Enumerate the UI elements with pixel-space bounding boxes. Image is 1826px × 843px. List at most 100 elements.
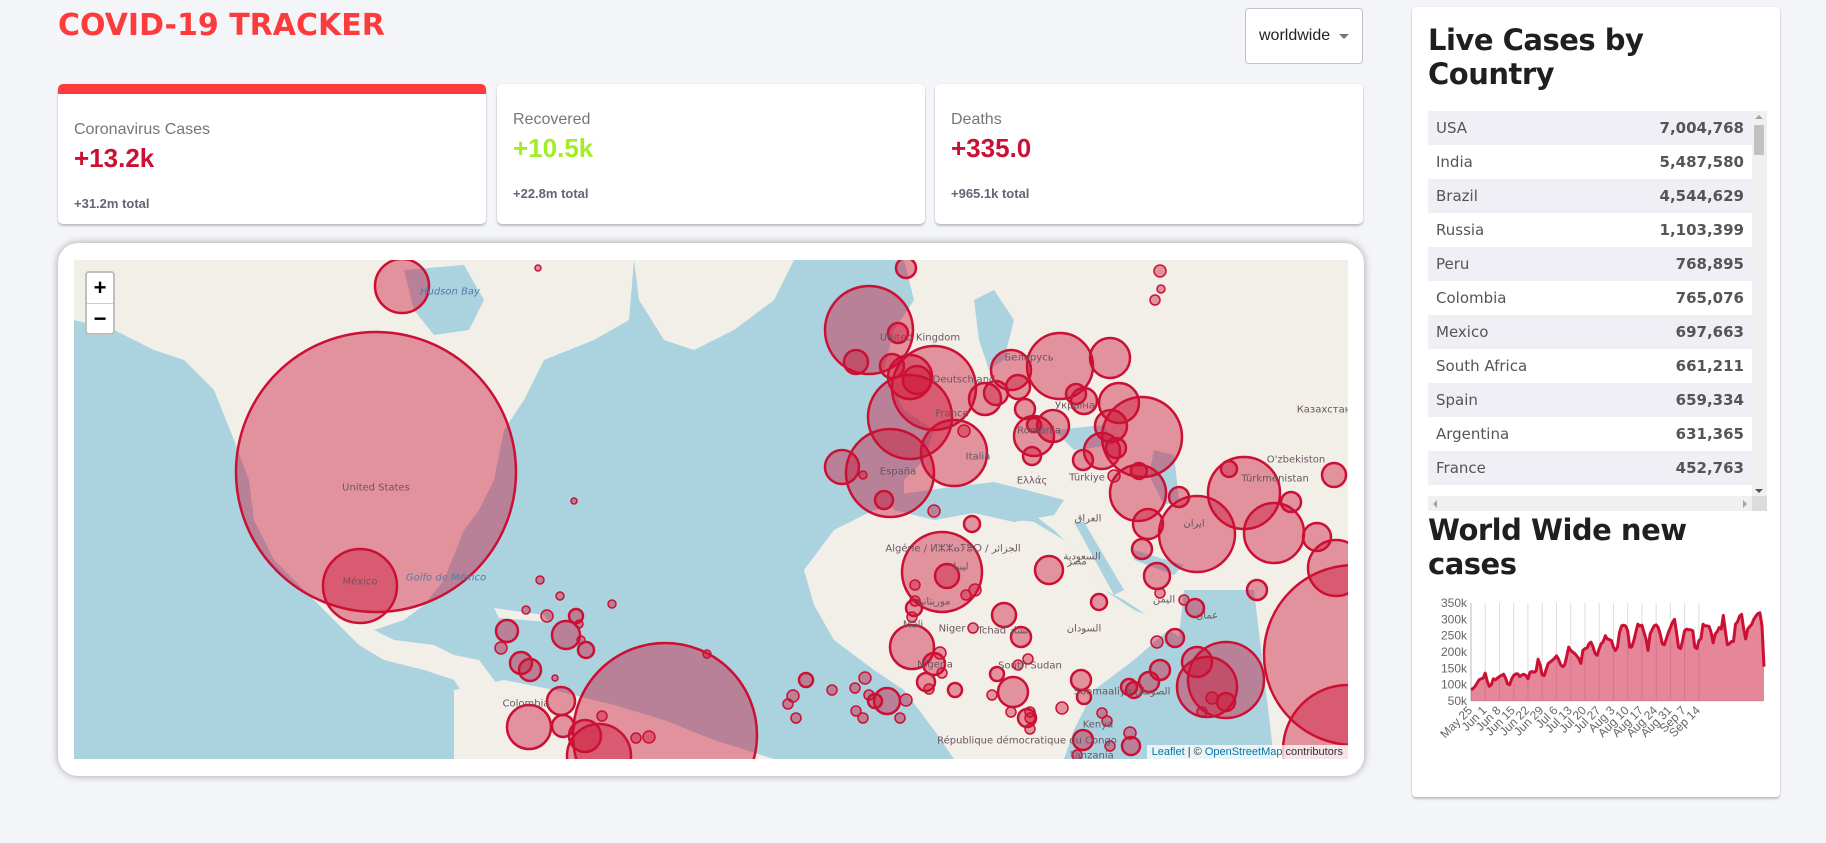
case-circle[interactable] xyxy=(1071,749,1083,759)
case-circle[interactable] xyxy=(1149,294,1161,306)
case-circle[interactable] xyxy=(850,705,862,717)
case-circle[interactable] xyxy=(786,689,800,703)
leaflet-map[interactable]: Hudson Bay United States México Golfo de Mé… xyxy=(74,260,1348,759)
case-circle[interactable] xyxy=(1242,501,1306,565)
case-circle[interactable] xyxy=(919,418,989,488)
case-circle[interactable] xyxy=(1215,691,1237,713)
openstreetmap-link[interactable]: OpenStreetMap xyxy=(1205,746,1283,758)
case-circle[interactable] xyxy=(982,379,1010,407)
case-circle[interactable] xyxy=(1005,706,1017,718)
case-circle[interactable] xyxy=(962,514,982,534)
case-circle[interactable] xyxy=(946,681,964,699)
case-circle[interactable] xyxy=(607,599,617,609)
case-circle[interactable] xyxy=(1120,735,1142,757)
case-circle[interactable] xyxy=(1180,645,1214,679)
info-card-recovered[interactable]: Recovered +10.5k +22.8m total xyxy=(497,84,925,224)
case-circle[interactable] xyxy=(988,665,1006,683)
case-circle[interactable] xyxy=(576,640,596,660)
case-circle[interactable] xyxy=(904,598,924,618)
case-circle[interactable] xyxy=(1064,382,1088,406)
case-circle[interactable] xyxy=(863,689,875,701)
case-circle[interactable] xyxy=(521,605,531,615)
case-circle[interactable] xyxy=(878,352,906,380)
case-circle[interactable] xyxy=(1156,284,1166,294)
info-card-deaths[interactable]: Deaths +335.0 +965.1k total xyxy=(935,84,1363,224)
case-circle[interactable] xyxy=(1009,625,1033,649)
case-circle[interactable] xyxy=(1069,668,1093,692)
case-circle[interactable] xyxy=(1301,521,1333,553)
case-circle[interactable] xyxy=(933,646,947,660)
zoom-out-button[interactable]: − xyxy=(87,303,113,333)
case-circle[interactable] xyxy=(1055,701,1069,715)
case-circle[interactable] xyxy=(872,686,902,716)
case-circle[interactable] xyxy=(1089,592,1109,612)
country-table-rows[interactable]: USA 7,004,768 India 5,487,580 Brazil 4,544,62… xyxy=(1428,111,1752,496)
case-circle[interactable] xyxy=(1022,653,1034,665)
case-circle[interactable] xyxy=(570,497,578,505)
case-circle[interactable] xyxy=(551,674,559,682)
case-circle[interactable] xyxy=(1071,728,1095,752)
case-circle[interactable] xyxy=(545,685,577,717)
scrollbar-thumb[interactable] xyxy=(1754,125,1764,155)
case-circle[interactable] xyxy=(849,682,861,694)
case-circle[interactable] xyxy=(567,607,585,625)
case-circle[interactable] xyxy=(373,260,431,315)
case-circle[interactable] xyxy=(1096,707,1108,719)
scroll-right-arrow-icon[interactable] xyxy=(1743,500,1747,508)
case-circle[interactable] xyxy=(1142,561,1172,591)
case-circle[interactable] xyxy=(967,622,979,634)
case-circle[interactable] xyxy=(826,684,838,696)
vertical-scrollbar[interactable] xyxy=(1752,111,1767,496)
case-circle[interactable] xyxy=(630,732,642,744)
case-circle[interactable] xyxy=(517,657,543,683)
case-circle[interactable] xyxy=(540,609,554,623)
case-circle[interactable] xyxy=(842,348,870,376)
case-circle[interactable] xyxy=(894,712,906,724)
case-circle[interactable] xyxy=(990,601,1018,629)
case-circle[interactable] xyxy=(1024,723,1036,735)
case-circle[interactable] xyxy=(823,448,861,486)
case-circle[interactable] xyxy=(957,424,971,438)
case-circle[interactable] xyxy=(1004,373,1032,401)
info-card-cases[interactable]: Coronavirus Cases +13.2k +31.2m total xyxy=(58,84,486,224)
scroll-down-arrow-icon[interactable] xyxy=(1755,489,1763,493)
case-circle[interactable] xyxy=(1119,677,1139,697)
case-circle[interactable] xyxy=(936,667,948,679)
leaflet-link[interactable]: Leaflet xyxy=(1152,746,1185,758)
case-circle[interactable] xyxy=(1075,688,1093,706)
case-circle[interactable] xyxy=(642,730,656,744)
case-circle[interactable] xyxy=(1130,537,1154,561)
case-circle[interactable] xyxy=(933,562,961,590)
scroll-left-arrow-icon[interactable] xyxy=(1433,500,1437,508)
case-circle[interactable] xyxy=(555,591,565,601)
case-circle[interactable] xyxy=(927,504,941,518)
case-circle[interactable] xyxy=(858,671,872,685)
case-circle[interactable] xyxy=(1033,554,1065,586)
case-circle[interactable] xyxy=(923,683,935,695)
zoom-in-button[interactable]: + xyxy=(87,273,113,303)
case-circle[interactable] xyxy=(702,649,712,659)
case-circle[interactable] xyxy=(790,712,802,724)
case-circle[interactable] xyxy=(571,641,759,759)
case-circle[interactable] xyxy=(596,710,608,722)
case-circle[interactable] xyxy=(1123,726,1137,740)
case-circle[interactable] xyxy=(1219,459,1239,479)
case-circle[interactable] xyxy=(505,703,553,751)
case-circle[interactable] xyxy=(494,618,520,644)
case-circle[interactable] xyxy=(886,321,910,345)
case-circle[interactable] xyxy=(494,641,508,655)
case-circle[interactable] xyxy=(1196,706,1208,718)
case-circle[interactable] xyxy=(1071,448,1095,472)
case-circle[interactable] xyxy=(1245,578,1269,602)
case-circle[interactable] xyxy=(909,579,921,591)
case-circle[interactable] xyxy=(858,470,868,480)
case-circle[interactable] xyxy=(1153,264,1167,278)
country-select[interactable]: worldwide xyxy=(1245,8,1363,64)
case-circle[interactable] xyxy=(986,689,998,701)
case-circle[interactable] xyxy=(1024,706,1036,718)
case-circle[interactable] xyxy=(996,675,1030,709)
case-circle[interactable] xyxy=(1150,635,1164,649)
case-circle[interactable] xyxy=(321,547,399,625)
case-circle[interactable] xyxy=(534,264,542,272)
case-circle[interactable] xyxy=(873,489,895,511)
